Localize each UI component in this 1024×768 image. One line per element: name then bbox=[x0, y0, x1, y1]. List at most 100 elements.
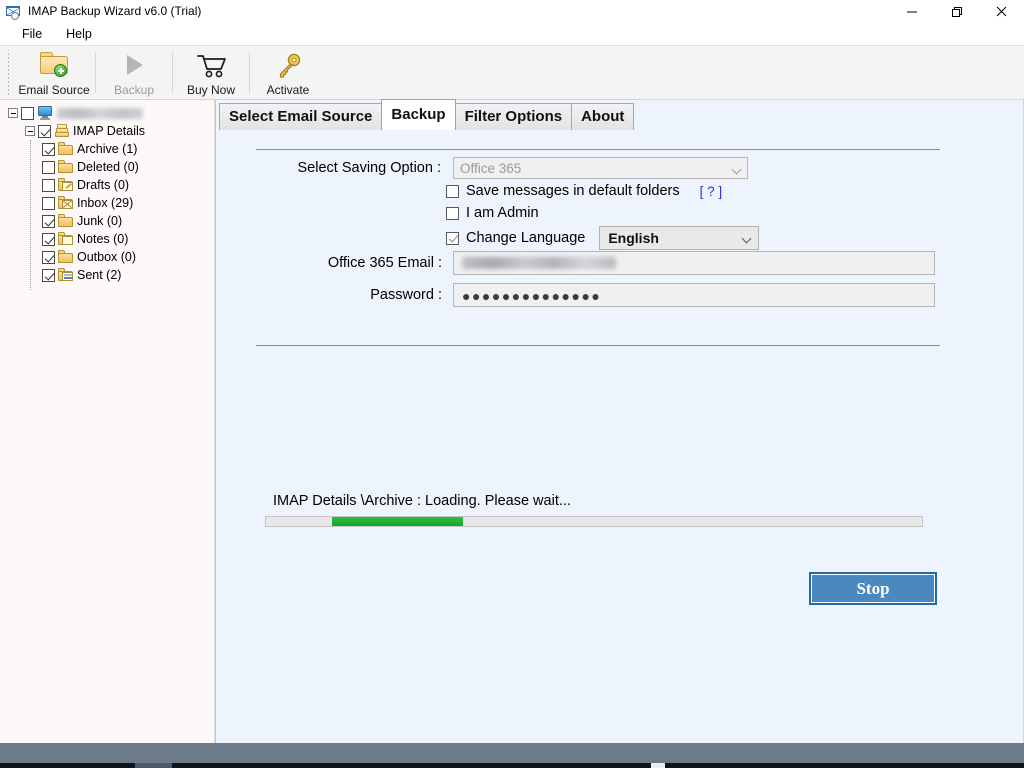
chevron-down-icon bbox=[743, 235, 750, 242]
toolbar-email-source-button[interactable]: Email Source bbox=[15, 46, 93, 99]
minimize-icon[interactable] bbox=[889, 0, 934, 23]
tree-node-junk[interactable]: Junk (0) bbox=[0, 212, 214, 230]
tab-bar: Select Email Source Backup Filter Option… bbox=[216, 99, 635, 130]
tab-backup[interactable]: Backup bbox=[381, 99, 456, 130]
save-default-folders-checkbox[interactable]: Save messages in default folders bbox=[446, 183, 680, 199]
folder-icon bbox=[58, 160, 74, 174]
save-default-folders-label: Save messages in default folders bbox=[466, 183, 680, 199]
tree-root-checkbox[interactable] bbox=[21, 106, 34, 120]
title-bar: IMAP Backup Wizard v6.0 (Trial) bbox=[0, 0, 1024, 23]
tree-sent-checkbox[interactable] bbox=[42, 268, 55, 282]
window-controls bbox=[889, 0, 1024, 23]
i-am-admin-row: I am Admin bbox=[446, 205, 539, 221]
help-link[interactable]: [ ? ] bbox=[700, 184, 723, 199]
folder-icon bbox=[58, 214, 74, 228]
save-default-folders-row: Save messages in default folders [ ? ] bbox=[446, 183, 722, 199]
close-icon[interactable] bbox=[979, 0, 1024, 23]
tree-imap-details-checkbox[interactable] bbox=[38, 124, 51, 138]
checkbox-box[interactable] bbox=[446, 231, 459, 245]
toolbar: Email Source Backup Buy Now Activate bbox=[0, 45, 1024, 100]
folder-tree: IMAP Details Archive (1) Deleted (0) Dra… bbox=[0, 104, 214, 290]
tree-notes-checkbox[interactable] bbox=[42, 232, 55, 246]
play-icon bbox=[117, 50, 151, 80]
toolbar-separator bbox=[172, 52, 173, 93]
saving-option-value: Office 365 bbox=[460, 160, 522, 176]
toolbar-email-source-label: Email Source bbox=[18, 83, 90, 97]
tree-node-deleted[interactable]: Deleted (0) bbox=[0, 158, 214, 176]
divider-top bbox=[256, 149, 940, 150]
tree-node-archive[interactable]: Archive (1) bbox=[0, 140, 214, 158]
tab-select-email-source[interactable]: Select Email Source bbox=[219, 103, 383, 130]
change-language-checkbox[interactable]: Change Language bbox=[446, 230, 585, 246]
tree-node-inbox[interactable]: Inbox (29) bbox=[0, 194, 214, 212]
tree-node-drafts[interactable]: Drafts (0) bbox=[0, 176, 214, 194]
tree-root-label-redacted bbox=[57, 107, 143, 119]
language-select[interactable]: English bbox=[599, 226, 760, 250]
tree-imap-details-label: IMAP Details bbox=[73, 124, 146, 138]
menu-help[interactable]: Help bbox=[56, 25, 102, 43]
tree-node-root[interactable] bbox=[0, 104, 214, 122]
password-value: ●●●●●●●●●●●●●● bbox=[462, 288, 602, 304]
tree-inbox-label: Inbox (29) bbox=[77, 196, 134, 210]
toolbar-buy-now-button[interactable]: Buy Now bbox=[175, 46, 247, 99]
menu-bar: File Help bbox=[0, 23, 1024, 45]
password-label: Password : bbox=[370, 287, 442, 303]
expander-minus-icon[interactable] bbox=[25, 126, 35, 136]
password-field[interactable]: ●●●●●●●●●●●●●● bbox=[453, 283, 935, 307]
key-icon bbox=[271, 50, 305, 80]
taskbar-segment bbox=[651, 763, 665, 768]
computer-monitor-icon bbox=[37, 106, 53, 120]
folder-icon bbox=[58, 142, 74, 156]
saving-option-select[interactable]: Office 365 bbox=[453, 157, 748, 179]
tree-node-outbox[interactable]: Outbox (0) bbox=[0, 248, 214, 266]
language-value: English bbox=[608, 230, 659, 246]
tree-deleted-label: Deleted (0) bbox=[77, 160, 139, 174]
tree-deleted-checkbox[interactable] bbox=[42, 160, 55, 174]
toolbar-activate-button[interactable]: Activate bbox=[252, 46, 324, 99]
backup-tab-panel: Select Saving Option : Office 365 Save m… bbox=[216, 131, 1024, 743]
expander-minus-icon[interactable] bbox=[8, 108, 18, 118]
stop-button[interactable]: Stop bbox=[809, 572, 937, 605]
tab-about[interactable]: About bbox=[571, 103, 635, 130]
folder-icon bbox=[58, 250, 74, 264]
folder-sent-icon bbox=[58, 268, 74, 282]
tree-node-sent[interactable]: Sent (2) bbox=[0, 266, 214, 284]
email-label: Office 365 Email : bbox=[327, 255, 442, 271]
menu-file[interactable]: File bbox=[12, 25, 52, 43]
maximize-icon[interactable] bbox=[934, 0, 979, 23]
tab-filter-options[interactable]: Filter Options bbox=[454, 103, 573, 130]
divider-bottom bbox=[256, 345, 940, 346]
tree-node-notes[interactable]: Notes (0) bbox=[0, 230, 214, 248]
window-title: IMAP Backup Wizard v6.0 (Trial) bbox=[28, 4, 202, 18]
saving-option-row: Select Saving Option : Office 365 bbox=[256, 157, 748, 179]
saving-option-label: Select Saving Option : bbox=[297, 160, 441, 176]
toolbar-activate-label: Activate bbox=[266, 83, 310, 97]
folder-drafts-icon bbox=[58, 178, 74, 192]
tree-outbox-checkbox[interactable] bbox=[42, 250, 55, 264]
progress-bar bbox=[265, 516, 923, 527]
change-language-label: Change Language bbox=[466, 230, 586, 246]
toolbar-separator bbox=[95, 52, 96, 93]
toolbar-backup-button[interactable]: Backup bbox=[98, 46, 170, 99]
folder-stack-icon bbox=[54, 124, 70, 138]
folder-notes-icon bbox=[58, 232, 74, 246]
checkbox-box[interactable] bbox=[446, 184, 459, 198]
tree-node-imap-details[interactable]: IMAP Details bbox=[0, 122, 214, 140]
progress-bar-fill bbox=[331, 517, 463, 526]
tree-notes-label: Notes (0) bbox=[77, 232, 129, 246]
mail-wizard-icon bbox=[6, 4, 22, 20]
toolbar-backup-label: Backup bbox=[113, 83, 155, 97]
password-row: Password : ●●●●●●●●●●●●●● bbox=[256, 283, 935, 307]
tree-inbox-checkbox[interactable] bbox=[42, 196, 55, 210]
toolbar-separator bbox=[249, 52, 250, 93]
tree-junk-checkbox[interactable] bbox=[42, 214, 55, 228]
checkbox-box[interactable] bbox=[446, 206, 459, 220]
taskbar-segment bbox=[135, 763, 172, 768]
tree-archive-checkbox[interactable] bbox=[42, 142, 55, 156]
email-field[interactable] bbox=[453, 251, 935, 275]
i-am-admin-checkbox[interactable]: I am Admin bbox=[446, 205, 539, 221]
tree-drafts-checkbox[interactable] bbox=[42, 178, 55, 192]
email-value-redacted bbox=[462, 257, 616, 269]
taskbar bbox=[0, 743, 1024, 768]
toolbar-grip[interactable] bbox=[5, 50, 12, 95]
